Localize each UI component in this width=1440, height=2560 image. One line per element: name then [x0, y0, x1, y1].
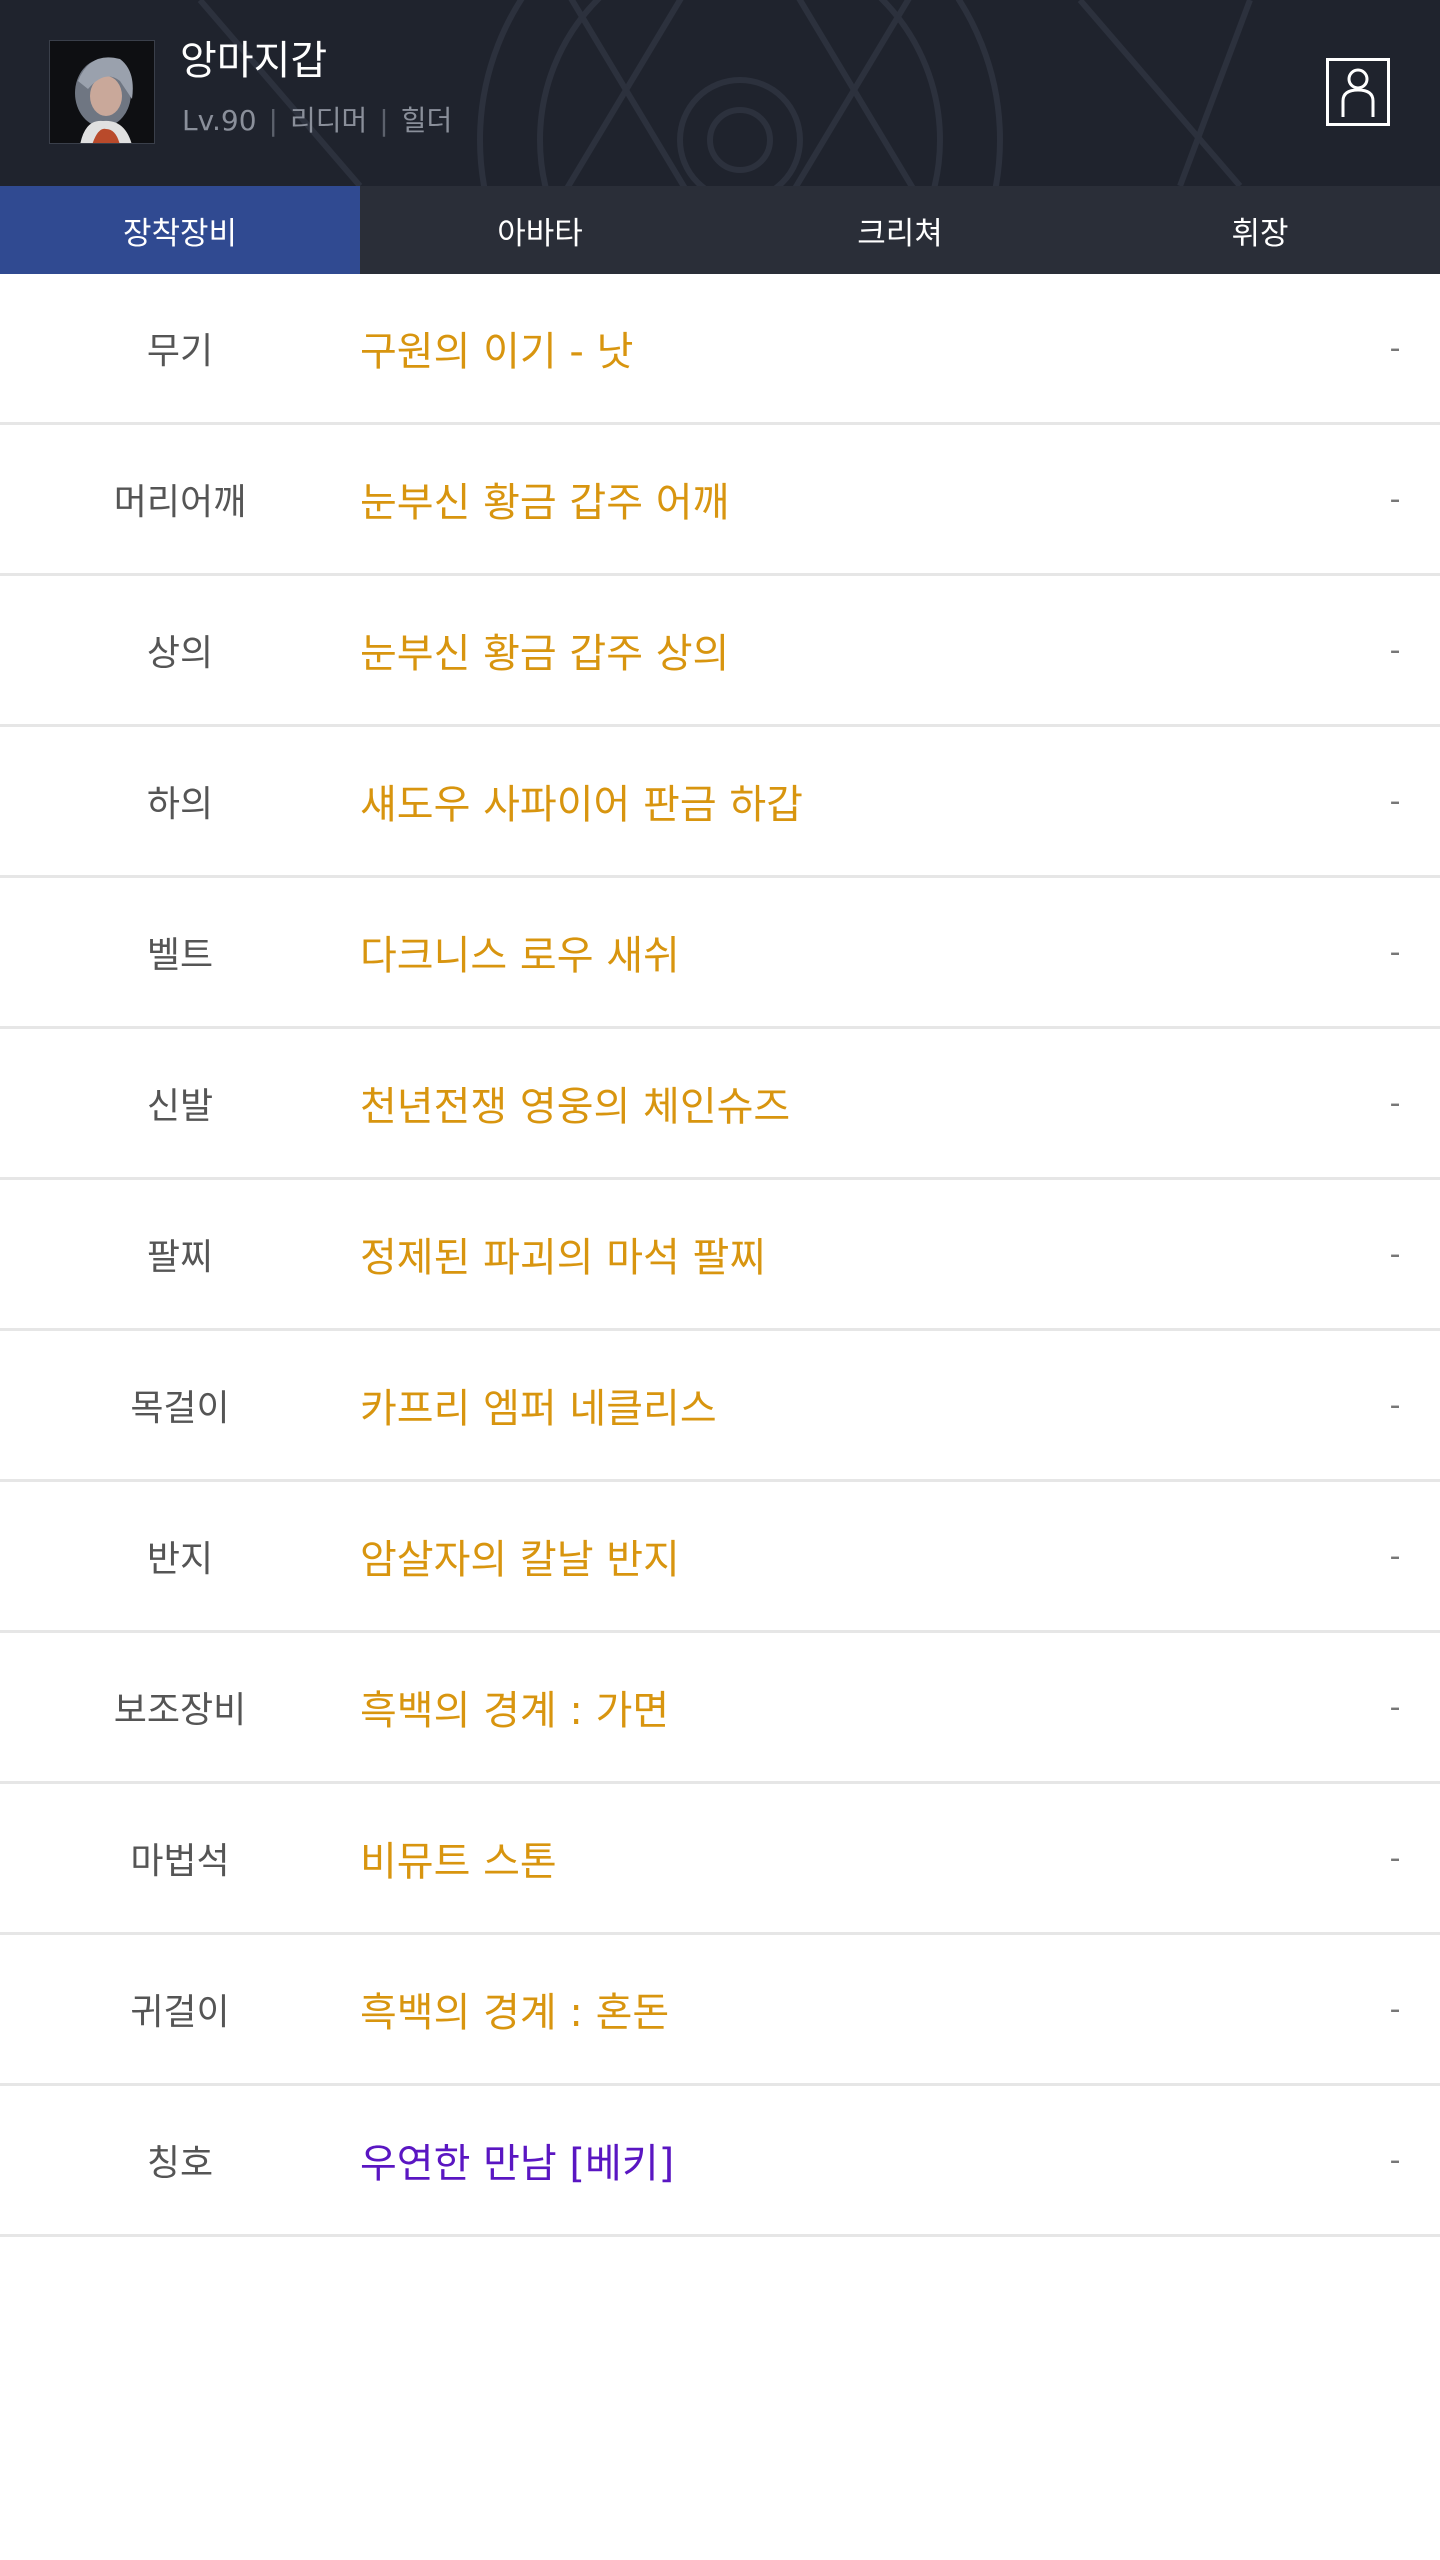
character-info: Lv.90 | 리디머 | 힐더 [182, 103, 452, 139]
character-portrait-icon [50, 41, 154, 143]
equipment-row: 팔찌 정제된 파괴의 마석 팔찌 - [0, 1180, 1440, 1331]
item-name[interactable]: 정제된 파괴의 마석 팔찌 [360, 1225, 1350, 1283]
slot-label: 목걸이 [130, 1388, 230, 1429]
item-name[interactable]: 흑백의 경계 : 가면 [360, 1678, 1350, 1736]
info-separator: | [268, 104, 278, 137]
character-header: 앙마지갑 Lv.90 | 리디머 | 힐더 [0, 0, 1440, 186]
item-value: - [1389, 481, 1401, 517]
item-value: - [1389, 1991, 1401, 2027]
character-avatar[interactable] [49, 40, 155, 144]
equipment-row: 상의 눈부신 황금 갑주 상의 - [0, 576, 1440, 727]
item-value: - [1389, 783, 1401, 819]
item-value: - [1389, 2142, 1401, 2178]
item-name[interactable]: 천년전쟁 영웅의 체인슈즈 [360, 1074, 1350, 1132]
slot-label: 반지 [146, 1539, 214, 1580]
tab-emblem[interactable]: 휘장 [1080, 186, 1440, 274]
equipment-row: 목걸이 카프리 엠퍼 네클리스 - [0, 1331, 1440, 1482]
character-job: 힐더 [400, 104, 453, 137]
slot-label: 벨트 [146, 935, 214, 976]
slot-label: 상의 [146, 633, 214, 674]
tab-avatar[interactable]: 아바타 [360, 186, 720, 274]
slot-label: 보조장비 [113, 1690, 247, 1731]
item-name[interactable]: 눈부신 황금 갑주 상의 [360, 621, 1350, 679]
item-name[interactable]: 암살자의 칼날 반지 [360, 1527, 1350, 1585]
item-name[interactable]: 눈부신 황금 갑주 어깨 [360, 470, 1350, 528]
character-name: 앙마지갑 [180, 38, 328, 84]
slot-label: 신발 [146, 1086, 214, 1127]
magic-circle-background [197, 0, 1253, 186]
item-name[interactable]: 섀도우 사파이어 판금 하갑 [360, 772, 1350, 830]
item-name[interactable]: 구원의 이기 - 낫 [360, 319, 1350, 377]
item-name[interactable]: 다크니스 로우 새쉬 [360, 923, 1350, 981]
profile-button[interactable] [1326, 58, 1390, 126]
slot-label: 팔찌 [146, 1237, 214, 1278]
slot-label: 하의 [146, 784, 214, 825]
equipment-row: 하의 섀도우 사파이어 판금 하갑 - [0, 727, 1440, 878]
item-name[interactable]: 비뮤트 스톤 [360, 1829, 1350, 1887]
character-server: 리디머 [289, 104, 368, 137]
tab-creature[interactable]: 크리쳐 [720, 186, 1080, 274]
item-value: - [1389, 1236, 1401, 1272]
equipment-row: 마법석 비뮤트 스톤 - [0, 1784, 1440, 1935]
equipment-row: 무기 구원의 이기 - 낫 - [0, 274, 1440, 425]
equipment-row: 벨트 다크니스 로우 새쉬 - [0, 878, 1440, 1029]
equipment-row: 칭호 우연한 만남 [베키] - [0, 2086, 1440, 2237]
item-name[interactable]: 우연한 만남 [베키] [360, 2131, 1350, 2189]
equipment-row: 반지 암살자의 칼날 반지 - [0, 1482, 1440, 1633]
equipment-row: 신발 천년전쟁 영웅의 체인슈즈 - [0, 1029, 1440, 1180]
item-value: - [1389, 330, 1401, 366]
slot-label: 무기 [146, 331, 214, 372]
equipment-row: 보조장비 흑백의 경계 : 가면 - [0, 1633, 1440, 1784]
item-value: - [1389, 1840, 1401, 1876]
slot-label: 머리어깨 [113, 482, 247, 523]
slot-label: 칭호 [146, 2143, 214, 2184]
item-value: - [1389, 1387, 1401, 1423]
item-value: - [1389, 934, 1401, 970]
tab-bar: 장착장비 아바타 크리쳐 휘장 [0, 186, 1440, 274]
equipment-list: 무기 구원의 이기 - 낫 - 머리어깨 눈부신 황금 갑주 어깨 - 상의 눈… [0, 274, 1440, 2237]
slot-label: 마법석 [130, 1841, 230, 1882]
equipment-row: 머리어깨 눈부신 황금 갑주 어깨 - [0, 425, 1440, 576]
item-value: - [1389, 1538, 1401, 1574]
item-name[interactable]: 카프리 엠퍼 네클리스 [360, 1376, 1350, 1434]
tab-equipped[interactable]: 장착장비 [0, 186, 360, 274]
person-icon [1341, 68, 1375, 117]
item-value: - [1389, 1689, 1401, 1725]
info-separator: | [379, 104, 389, 137]
item-value: - [1389, 632, 1401, 668]
item-name[interactable]: 흑백의 경계 : 혼돈 [360, 1980, 1350, 2038]
slot-label: 귀걸이 [130, 1992, 230, 2033]
equipment-row: 귀걸이 흑백의 경계 : 혼돈 - [0, 1935, 1440, 2086]
character-level: Lv.90 [182, 104, 257, 137]
item-value: - [1389, 1085, 1401, 1121]
